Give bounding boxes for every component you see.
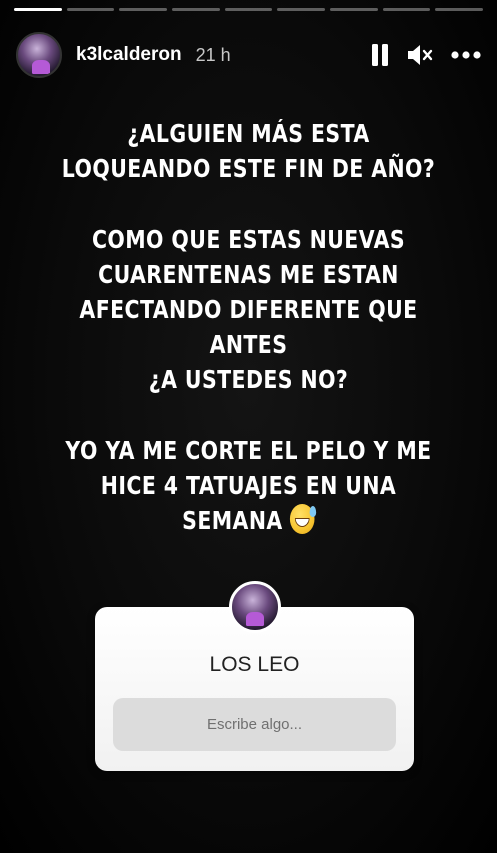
progress-segment: [172, 8, 220, 11]
progress-segment: [224, 8, 273, 11]
progress-segment: [435, 8, 484, 11]
username[interactable]: k3lcalderon: [76, 44, 182, 66]
story-progress-bar: [14, 8, 484, 11]
story-paragraph-last: YO YA ME CORTE EL PELO Y ME HICE 4 TATUA…: [45, 433, 453, 538]
story-header: k3lcalderon 21 h: [16, 31, 481, 79]
mute-icon[interactable]: [407, 44, 433, 66]
post-time: 21 h: [195, 44, 231, 65]
progress-segment: [66, 8, 115, 11]
progress-segment: [277, 8, 326, 11]
pause-icon[interactable]: [371, 44, 389, 66]
question-sticker-avatar: [229, 581, 281, 633]
story-controls: [371, 44, 481, 66]
story-paragraph: ¿ALGUIEN MÁS ESTA LOQUEANDO ESTE FIN DE …: [61, 119, 436, 183]
answer-input[interactable]: Escribe algo...: [113, 698, 396, 751]
avatar[interactable]: [16, 32, 62, 78]
progress-segment: [330, 8, 378, 11]
story-text: ¿ALGUIEN MÁS ESTA LOQUEANDO ESTE FIN DE …: [45, 116, 453, 538]
question-title: LOS LEO: [209, 653, 300, 676]
progress-segment: [382, 8, 431, 11]
grinning-sweat-emoji: [290, 504, 317, 534]
progress-segment: [119, 8, 168, 11]
story-paragraph: YO YA ME CORTE EL PELO Y ME HICE 4 TATUA…: [65, 436, 432, 535]
more-icon[interactable]: [451, 51, 481, 59]
story-paragraph: COMO QUE ESTAS NUEVAS CUARENTENAS ME EST…: [79, 225, 418, 394]
progress-segment: [14, 8, 62, 11]
